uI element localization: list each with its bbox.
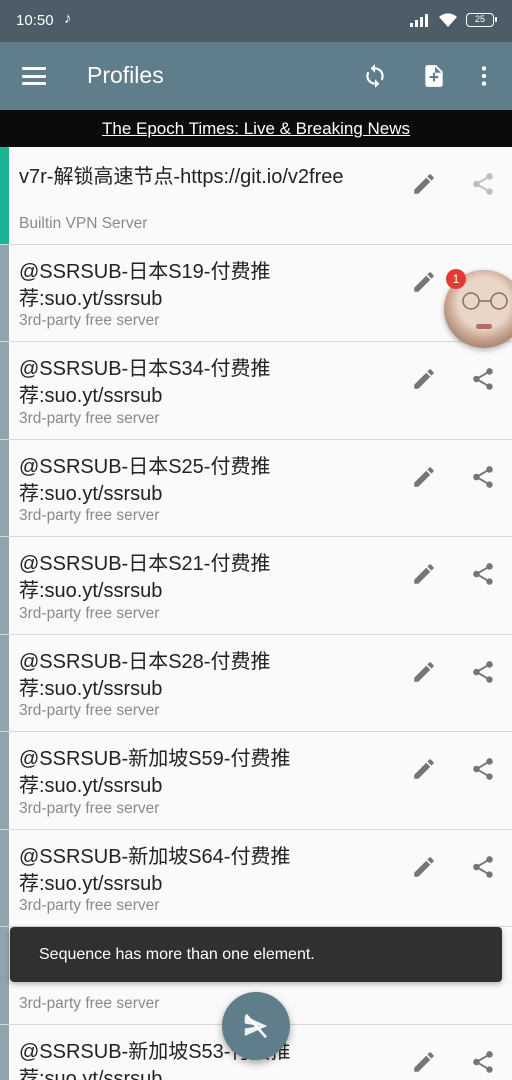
profile-subtitle: 3rd-party free server <box>19 702 160 719</box>
page-title: Profiles <box>87 62 164 88</box>
edit-icon[interactable] <box>411 659 437 685</box>
toast-message: Sequence has more than one element. <box>10 927 502 982</box>
share-icon[interactable] <box>470 366 496 392</box>
share-icon[interactable] <box>470 561 496 587</box>
profile-subtitle: 3rd-party free server <box>19 507 160 524</box>
add-file-icon[interactable] <box>418 60 450 92</box>
profile-subtitle: 3rd-party free server <box>19 897 160 914</box>
share-icon[interactable] <box>470 854 496 880</box>
share-icon[interactable] <box>470 171 496 197</box>
edit-icon[interactable] <box>411 464 437 490</box>
profile-subtitle: Builtin VPN Server <box>19 214 148 232</box>
profile-item[interactable]: @SSRSUB-日本S25-付费推荐:suo.yt/ssrsub 3rd-par… <box>0 439 512 537</box>
profile-title: @SSRSUB-新加坡S64-付费推荐:suo.yt/ssrsub <box>19 845 291 895</box>
app-toolbar: Profiles <box>0 42 512 110</box>
share-icon[interactable] <box>470 1049 496 1075</box>
notification-badge: 1 <box>446 269 466 289</box>
profile-title: @SSRSUB-日本S21-付费推荐:suo.yt/ssrsub <box>19 553 271 602</box>
profile-subtitle: 3rd-party free server <box>19 312 160 329</box>
music-note-icon: ♪ <box>64 10 72 27</box>
status-indicators: 25 <box>410 12 497 28</box>
signal-icon <box>410 13 430 27</box>
profile-title: v7r-解锁高速节点-https://git.io/v2free <box>19 166 344 188</box>
profile-item[interactable]: @SSRSUB-日本S28-付费推荐:suo.yt/ssrsub 3rd-par… <box>0 634 512 732</box>
edit-icon[interactable] <box>411 561 437 587</box>
profile-title: @SSRSUB-日本S28-付费推荐:suo.yt/ssrsub <box>19 650 271 700</box>
profile-subtitle: 3rd-party free server <box>19 799 160 817</box>
banner-link[interactable]: The Epoch Times: Live & Breaking News <box>102 119 410 138</box>
share-icon[interactable] <box>470 659 496 685</box>
more-vert-icon[interactable] <box>468 60 500 92</box>
connect-fab[interactable] <box>222 992 290 1060</box>
edit-icon[interactable] <box>411 1049 437 1075</box>
share-icon[interactable] <box>470 464 496 490</box>
edit-icon[interactable] <box>411 756 437 782</box>
edit-icon[interactable] <box>411 171 437 197</box>
profile-item[interactable]: v7r-解锁高速节点-https://git.io/v2free Builtin… <box>0 147 512 245</box>
profile-subtitle: 3rd-party free server <box>19 604 160 622</box>
paper-plane-off-icon <box>244 1013 268 1039</box>
edit-icon[interactable] <box>411 854 437 880</box>
profile-item[interactable]: @SSRSUB-日本S34-付费推荐:suo.yt/ssrsub 3rd-par… <box>0 342 512 440</box>
profile-item[interactable]: @SSRSUB-新加坡S59-付费推荐:suo.yt/ssrsub 3rd-pa… <box>0 732 512 830</box>
profile-title: @SSRSUB-新加坡S59-付费推荐:suo.yt/ssrsub <box>19 748 291 797</box>
active-indicator <box>0 147 9 244</box>
status-time: 10:50 <box>16 12 54 29</box>
profile-item[interactable]: @SSRSUB-日本S21-付费推荐:suo.yt/ssrsub 3rd-par… <box>0 537 512 635</box>
profile-item[interactable]: @SSRSUB-新加坡S64-付费推荐:suo.yt/ssrsub 3rd-pa… <box>0 829 512 927</box>
edit-icon[interactable] <box>411 366 437 392</box>
glasses-icon <box>462 292 508 310</box>
news-banner[interactable]: The Epoch Times: Live & Breaking News <box>0 110 512 147</box>
profile-subtitle: 3rd-party free server <box>19 409 160 427</box>
profile-subtitle: 3rd-party free server <box>19 994 160 1012</box>
wifi-icon <box>439 13 457 27</box>
edit-icon[interactable] <box>411 269 437 295</box>
status-bar: 10:50 ♪ 25 <box>0 0 512 42</box>
battery-icon: 25 <box>466 13 497 27</box>
profile-title: @SSRSUB-日本S34-付费推荐:suo.yt/ssrsub <box>19 358 271 407</box>
profile-title: @SSRSUB-日本S19-付费推荐:suo.yt/ssrsub <box>19 260 271 310</box>
profile-item[interactable]: @SSRSUB-日本S19-付费推荐:suo.yt/ssrsub 3rd-par… <box>0 244 512 342</box>
share-icon[interactable] <box>470 756 496 782</box>
hamburger-menu-icon[interactable] <box>22 67 46 85</box>
sync-icon[interactable] <box>359 60 391 92</box>
profile-title: @SSRSUB-日本S25-付费推荐:suo.yt/ssrsub <box>19 455 271 505</box>
